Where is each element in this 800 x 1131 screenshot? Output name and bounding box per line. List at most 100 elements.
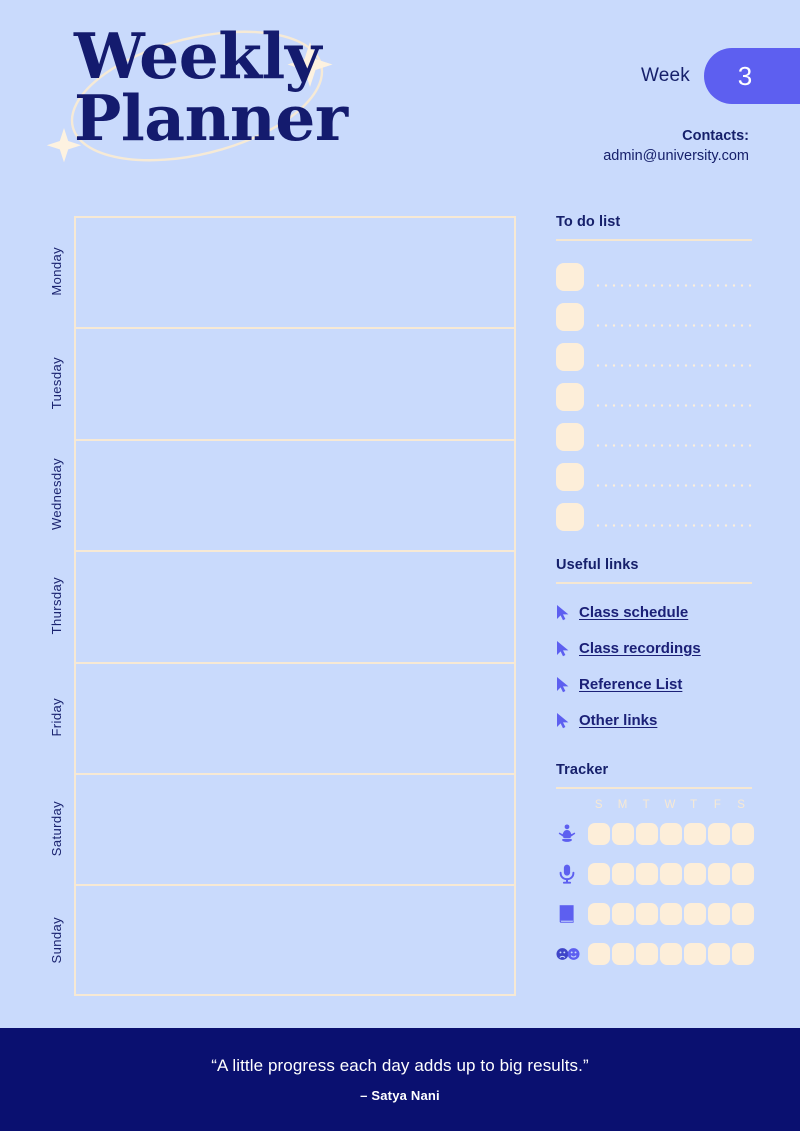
tracker-day-initial: T — [642, 799, 650, 811]
week-number-badge[interactable]: 3 — [704, 48, 800, 104]
day-row: Friday — [38, 661, 516, 773]
book-icon — [559, 905, 574, 923]
todo-write-line[interactable] — [594, 364, 752, 367]
day-label-cell: Friday — [38, 662, 74, 773]
todo-item — [556, 451, 752, 491]
tracker-cell[interactable] — [660, 863, 682, 885]
tracker-cell[interactable] — [684, 943, 706, 965]
day-notes-sunday[interactable] — [74, 884, 516, 996]
link-label: Class schedule — [579, 603, 689, 621]
tracker-day-initial: S — [737, 799, 746, 811]
day-label-wednesday: Wednesday — [48, 458, 64, 531]
day-label-saturday: Saturday — [48, 801, 64, 857]
todo-item — [556, 331, 752, 371]
tracker-day-initial: M — [617, 799, 628, 811]
cursor-arrow-icon — [557, 676, 569, 692]
microphone-icon — [559, 864, 575, 884]
tracker-cell[interactable] — [708, 943, 730, 965]
tracker-cell[interactable] — [612, 863, 634, 885]
tracker-cell[interactable] — [612, 903, 634, 925]
todo-checkbox[interactable] — [556, 343, 584, 371]
tracker-cell[interactable] — [636, 943, 658, 965]
tracker-cell[interactable] — [588, 863, 610, 885]
tracker-cell[interactable] — [708, 863, 730, 885]
tracker-cell[interactable] — [684, 863, 706, 885]
todo-checkbox[interactable] — [556, 503, 584, 531]
day-label-sunday: Sunday — [48, 916, 64, 964]
tracker-cell[interactable] — [660, 823, 682, 845]
tracker-cell[interactable] — [660, 903, 682, 925]
day-label-cell: Tuesday — [38, 327, 74, 438]
tracker-cell[interactable] — [660, 943, 682, 965]
tracker-cell[interactable] — [636, 863, 658, 885]
day-notes-wednesday[interactable] — [74, 438, 516, 551]
tracker-day-initial: T — [690, 799, 698, 811]
link-label: Class recordings — [579, 639, 701, 657]
link-item-class-schedule[interactable]: Class schedule — [556, 594, 752, 630]
tracker-cell[interactable] — [684, 823, 706, 845]
tracker-cell[interactable] — [684, 903, 706, 925]
contacts-block: Contacts: admin@university.com — [603, 126, 749, 166]
day-label-cell: Wednesday — [38, 439, 74, 550]
page-header: Weekly Planner Week 3 Contacts: admin@un… — [0, 0, 800, 200]
tracker-cell[interactable] — [732, 943, 754, 965]
todo-write-line[interactable] — [594, 404, 752, 407]
todo-item — [556, 491, 752, 531]
tracker-cell[interactable] — [708, 903, 730, 925]
day-row: Saturday — [38, 772, 516, 885]
todo-item — [556, 251, 752, 291]
tracker-row-book — [556, 894, 754, 934]
todo-write-line[interactable] — [594, 324, 752, 327]
tracker-cells — [588, 863, 754, 885]
tracker-cell[interactable] — [588, 823, 610, 845]
todo-write-line[interactable] — [594, 524, 752, 527]
link-item-other-links[interactable]: Other links — [556, 702, 752, 738]
tracker-cell[interactable] — [732, 823, 754, 845]
tracker-cell[interactable] — [612, 823, 634, 845]
link-item-reference-list[interactable]: Reference List — [556, 666, 752, 702]
section-divider — [556, 239, 752, 241]
day-label-cell: Thursday — [38, 550, 74, 661]
todo-checkbox[interactable] — [556, 463, 584, 491]
day-label-monday: Monday — [48, 247, 64, 297]
todo-write-line[interactable] — [594, 444, 752, 447]
todo-checkbox[interactable] — [556, 303, 584, 331]
tracker-day-initial: W — [664, 799, 676, 811]
tracker-cell[interactable] — [636, 903, 658, 925]
week-number: 3 — [737, 60, 753, 91]
tracker-cell[interactable] — [588, 903, 610, 925]
tracker-row-meditation — [556, 814, 754, 854]
useful-links-section: Useful links Class schedule Class record… — [556, 557, 752, 738]
day-notes-tuesday[interactable] — [74, 327, 516, 439]
link-item-class-recordings[interactable]: Class recordings — [556, 630, 752, 666]
tracker-cells — [588, 943, 754, 965]
tracker-cells — [588, 823, 754, 845]
section-divider — [556, 582, 752, 584]
todo-checkbox[interactable] — [556, 423, 584, 451]
tracker-day-initial: S — [594, 799, 603, 811]
contacts-email[interactable]: admin@university.com — [603, 146, 749, 166]
useful-links-list: Class schedule Class recordings Referenc… — [556, 594, 752, 738]
todo-write-line[interactable] — [594, 284, 752, 287]
todo-item — [556, 291, 752, 331]
tracker-cell[interactable] — [588, 943, 610, 965]
todo-write-line[interactable] — [594, 484, 752, 487]
day-notes-friday[interactable] — [74, 661, 516, 773]
day-notes-thursday[interactable] — [74, 550, 516, 662]
footer-quote-band: “A little progress each day adds up to b… — [0, 1028, 800, 1131]
todo-checkbox[interactable] — [556, 383, 584, 411]
day-row: Sunday — [38, 884, 516, 996]
day-notes-monday[interactable] — [74, 216, 516, 328]
tracker-cell[interactable] — [708, 823, 730, 845]
tracker-cell[interactable] — [612, 943, 634, 965]
todo-checkbox[interactable] — [556, 263, 584, 291]
day-grid: Monday Tuesday Wednesday Thursday Friday — [38, 216, 516, 996]
week-indicator: Week 3 — [641, 48, 800, 104]
tracker-cell[interactable] — [732, 863, 754, 885]
day-label-friday: Friday — [48, 697, 64, 737]
day-notes-saturday[interactable] — [74, 772, 516, 885]
day-label-cell: Sunday — [38, 884, 74, 995]
tracker-cell[interactable] — [636, 823, 658, 845]
todo-list — [556, 251, 752, 531]
tracker-cell[interactable] — [732, 903, 754, 925]
